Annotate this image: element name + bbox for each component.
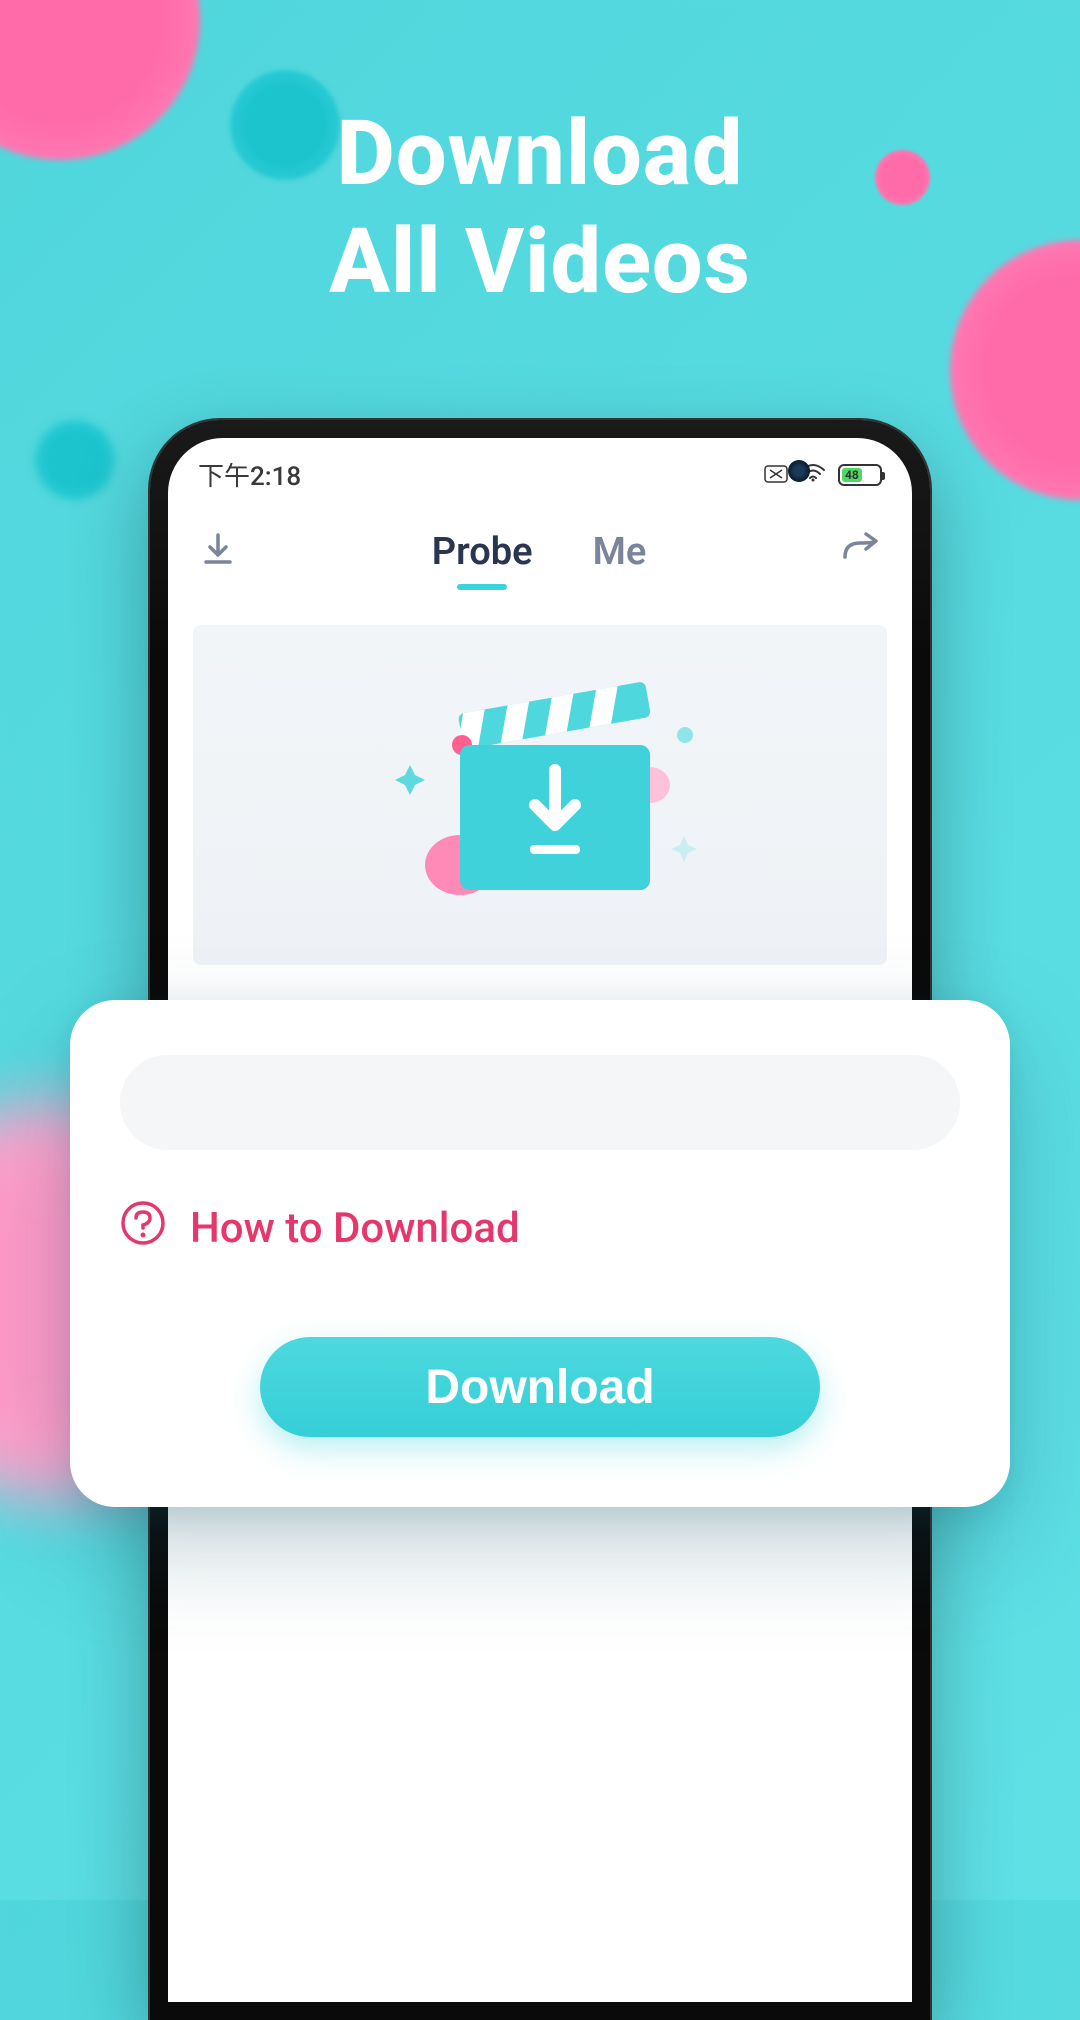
hero-title: Download All Videos xyxy=(0,100,1080,316)
nav-tabs: Probe Me xyxy=(432,530,647,574)
battery-icon: 48 xyxy=(838,464,882,486)
decorative-bubble xyxy=(35,420,115,500)
share-icon[interactable] xyxy=(840,529,882,575)
wifi-icon xyxy=(800,460,826,490)
no-sim-icon xyxy=(764,460,788,490)
clapperboard-download-icon xyxy=(330,660,750,930)
how-to-download-link[interactable]: How to Download xyxy=(120,1200,960,1257)
downloads-icon[interactable] xyxy=(198,530,238,574)
tab-probe[interactable]: Probe xyxy=(432,530,533,574)
tab-me[interactable]: Me xyxy=(593,530,647,574)
download-card: How to Download Download xyxy=(70,1000,1010,1507)
status-bar: 下午2:18 48 xyxy=(168,438,912,505)
app-hero-illustration xyxy=(193,625,887,965)
app-navbar: Probe Me xyxy=(168,505,912,585)
how-to-label: How to Download xyxy=(190,1204,520,1253)
status-right: 48 xyxy=(764,460,882,490)
hero-line-1: Download xyxy=(0,100,1080,208)
question-icon xyxy=(120,1200,166,1257)
status-time: 下午2:18 xyxy=(198,456,301,493)
hero-line-2: All Videos xyxy=(0,208,1080,316)
download-button[interactable]: Download xyxy=(260,1337,820,1437)
url-input[interactable] xyxy=(120,1055,960,1150)
battery-level: 48 xyxy=(842,468,862,482)
